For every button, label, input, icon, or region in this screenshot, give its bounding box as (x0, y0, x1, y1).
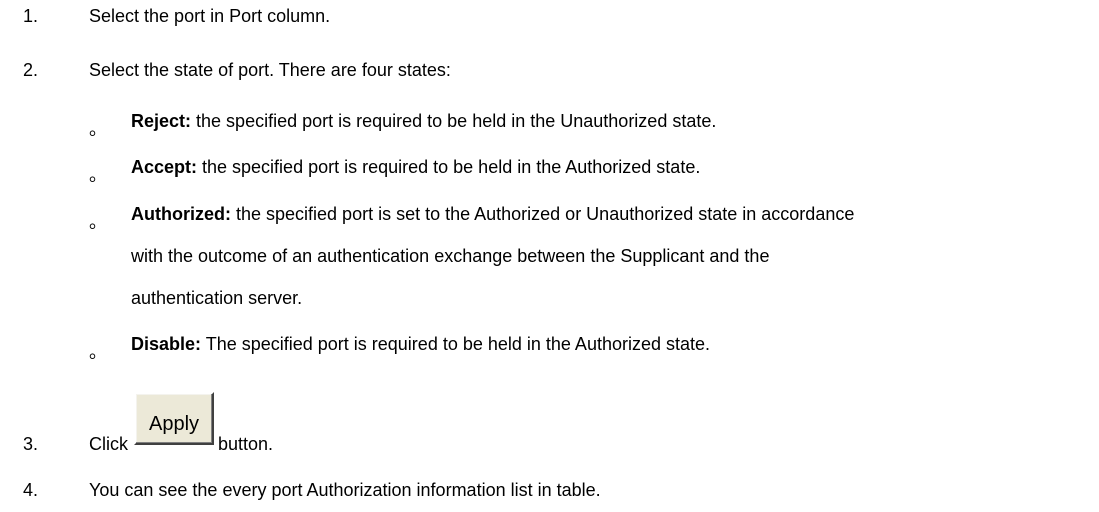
state-desc-text: The specified port is required to be hel… (201, 334, 711, 354)
step-text: Select the state of port. There are four… (89, 60, 451, 80)
bullet-icon: 。 (89, 342, 107, 362)
state-description: Authorized: the specified port is set to… (131, 202, 854, 226)
step-text: You can see the every port Authorization… (89, 480, 601, 500)
step-number: 4. (23, 480, 39, 500)
state-desc-text: the specified port is required to be hel… (191, 111, 717, 131)
state-description: Reject: the specified port is required t… (131, 109, 716, 133)
state-desc-text: the specified port is set to the Authori… (230, 204, 855, 224)
step-number: 3. (23, 434, 39, 454)
step-text-before: Click (89, 434, 128, 454)
state-desc-continuation: with the outcome of an authentication ex… (131, 246, 770, 266)
state-desc-continuation: authentication server. (131, 288, 303, 308)
state-description: Disable: The specified port is required … (131, 332, 710, 356)
apply-button[interactable]: Apply (134, 392, 214, 445)
bullet-icon: 。 (89, 119, 107, 139)
state-term: Disable: (131, 334, 202, 354)
step-text-after: button. (218, 434, 274, 454)
step-text: Select the port in Port column. (89, 6, 331, 26)
step-number: 1. (23, 6, 39, 26)
bullet-icon: 。 (89, 165, 107, 185)
step-number: 2. (23, 60, 39, 80)
state-term: Accept: (131, 157, 198, 177)
state-desc-text: the specified port is required to be hel… (197, 157, 701, 177)
state-term: Authorized: (131, 204, 231, 224)
state-term: Reject: (131, 111, 192, 131)
state-description: Accept: the specified port is required t… (131, 155, 700, 179)
bullet-icon: 。 (89, 212, 107, 232)
